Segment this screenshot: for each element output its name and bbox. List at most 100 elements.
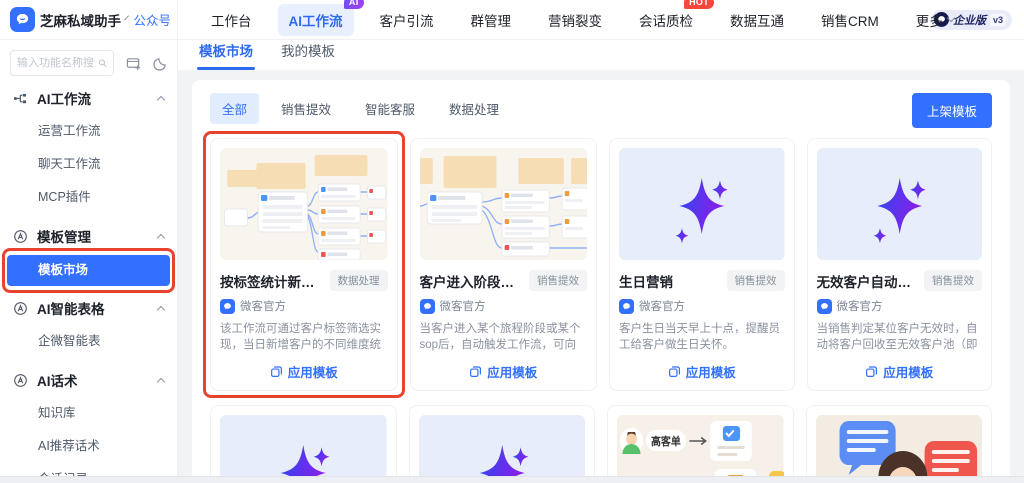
card-description: 当客户进入某个旅程阶段或某个sop后，自动触发工作流，可向客户推送群发、编辑资料… [419,323,581,351]
sidebar-section-template-mgmt[interactable]: 模板管理 [0,219,177,253]
brand[interactable]: 芝麻私域助手 公众号 [0,0,178,39]
nav-item-workbench[interactable]: 工作台 [200,4,263,36]
apply-template-button[interactable]: 应用模板 [619,362,785,381]
search-icon [98,59,107,67]
search-input[interactable] [17,57,95,69]
card-category-badge: 销售提效 [726,270,785,291]
card-title: 按标签统计新客户维度 [220,274,324,290]
tab-bar: 模板市场 我的模板 [178,40,1024,70]
card-source: 微客官方 [836,301,883,313]
template-card-partial[interactable] [805,405,992,483]
nav-item-customer-acquisition[interactable]: 客户引流 [369,4,445,36]
ai-sparkle-thumbnail [816,148,982,260]
template-card-partial[interactable] [210,405,397,483]
template-card-partial[interactable] [408,405,595,483]
sidebar-section-ai-table[interactable]: AI智能表格 [0,291,177,325]
sidebar-search[interactable] [10,50,114,76]
sidebar-section-ai-script[interactable]: AI话术 [0,363,177,397]
svg-text:高客单: 高客单 [651,435,681,449]
source-chat-icon [619,298,634,314]
sidebar-item-wecom-smart-table[interactable]: 企微智能表 [0,325,177,358]
ai-sparkle-thumbnail [220,415,387,483]
publish-template-button[interactable]: 上架模板 [911,93,992,128]
card-source: 微客官方 [639,301,685,313]
nav-item-data-connect[interactable]: 数据互通 [719,4,795,36]
filter-chips: 全部 销售提效 智能客服 数据处理 [210,93,992,124]
card-category-badge: 销售提效 [529,270,587,291]
apply-copy-icon [470,366,482,377]
filter-sales[interactable]: 销售提效 [269,93,343,124]
ai-sparkle-thumbnail [418,415,585,483]
card-title: 生日营销 [619,274,673,290]
edition-version: v3 [989,13,1006,26]
apply-copy-icon [270,366,282,377]
sidebar-item-template-market[interactable]: 模板市场 [7,255,170,286]
tab-my-templates[interactable]: 我的模板 [281,40,335,70]
filter-all[interactable]: 全部 [210,93,260,124]
card-source: 微客官方 [439,301,486,313]
sidebar-item-ai-recommend-script[interactable]: AI推荐话术 [0,430,177,463]
template-card-invalid-recycle[interactable]: 无效客户自动回收 销售提效 微客官方 当销售判定某位客户无效时，自动将客户回收至… [806,138,992,391]
source-chat-icon [220,298,235,314]
source-chat-icon [419,298,435,314]
ai-sparkle-thumbnail [619,148,785,260]
app-title: 芝麻私域助手 [40,13,121,29]
filter-data[interactable]: 数据处理 [437,93,511,124]
nav-item-group-management[interactable]: 群管理 [460,4,523,36]
apply-copy-icon [866,366,878,377]
collapse-chevron-icon [156,305,166,314]
card-description: 该工作流可通过客户标签筛选实现，当日新增客户的不同维度统计 [220,323,381,351]
card-title: 客户进入阶段触发推送 [419,274,524,290]
template-card-partial[interactable]: 高客单 企业采购 [607,405,794,483]
smart-table-icon [14,301,27,315]
tab-template-market[interactable]: 模板市场 [197,40,255,70]
collapse-chevron-icon [156,95,166,104]
card-title: 无效客户自动回收 [816,274,919,290]
filter-service[interactable]: 智能客服 [353,93,427,124]
nav-item-ai-workflow[interactable]: AI工作流 AI [277,0,364,36]
app-logo-icon [10,7,35,32]
chevron-down-icon [124,15,130,21]
hot-badge: HOT [684,0,714,9]
sidebar-item-knowledge-base[interactable]: 知识库 [0,397,177,430]
chevron-down-icon [946,13,955,23]
apply-template-button[interactable]: 应用模板 [420,362,588,381]
card-description: 当销售判定某位客户无效时，自动将客户回收至无效客户池（即可以走在职继承操作，将.… [816,323,978,351]
nav-item-more[interactable]: 更多 [905,4,965,36]
card-description: 客户生日当天早上十点，提醒员工给客户做生日关怀。 [619,323,780,351]
apply-template-button[interactable]: 应用模板 [220,362,388,381]
template-icon [14,229,27,243]
card-category-badge: 销售提效 [924,270,982,291]
sidebar-section-ai-workflow[interactable]: AI工作流 [0,81,177,115]
source-chat-icon [816,298,832,314]
apply-copy-icon [668,366,680,377]
template-market-panel: 全部 销售提效 智能客服 数据处理 上架模板 按标签统计新客 数据处理 微客官方… [192,80,1010,483]
template-card-stage-push[interactable]: 客户进入阶段触发推送 销售提效 微客官方 当客户进入某个旅程阶段或某个sop后，… [409,138,597,391]
ai-badge: AI [343,0,364,9]
procurement-flow-thumbnail: 高客单 企业采购 [617,415,784,483]
apply-template-button[interactable]: 应用模板 [817,362,983,381]
nav-menu: 工作台 AI工作流 AI 客户引流 群管理 营销裂变 会话质检 HOT 数据互通… [178,0,955,36]
new-panel-icon[interactable] [126,54,141,72]
workflow-icon [13,93,27,103]
sidebar-item-chat-workflow[interactable]: 聊天工作流 [0,148,177,181]
window-bottom-edge [0,476,1024,483]
nav-item-chat-inspection[interactable]: 会话质检 HOT [628,0,714,36]
top-nav: 芝麻私域助手 公众号 工作台 AI工作流 AI 客户引流 群管理 营销裂变 会话… [0,0,1024,40]
sidebar-item-ops-workflow[interactable]: 运营工作流 [0,115,177,148]
nav-item-sales-crm[interactable]: 销售CRM [810,4,890,36]
ai-script-icon [14,373,27,387]
workflow-diagram-thumbnail [220,148,388,260]
sidebar: AI工作流 运营工作流 聊天工作流 MCP插件 模板管理 模板市场 AI智能表格… [0,40,178,483]
collapse-chevron-icon [156,233,166,242]
collapse-chevron-icon [156,377,166,386]
workflow-diagram-thumbnail [419,148,587,260]
nav-item-marketing-fission[interactable]: 营销裂变 [537,4,613,36]
sidebar-item-mcp-plugin[interactable]: MCP插件 [0,181,177,214]
official-account-link[interactable]: 公众号 [133,10,171,29]
template-card-birthday[interactable]: 生日营销 销售提效 微客官方 客户生日当天早上十点，提醒员工给客户做生日关怀。 … [609,138,795,391]
template-card-tag-stats[interactable]: 按标签统计新客户维度 数据处理 微客官方 该工作流可通过客户标签筛选实现，当日新… [203,131,405,398]
card-category-badge: 数据处理 [329,270,388,291]
dark-mode-moon-icon[interactable] [153,54,168,72]
card-source: 微客官方 [240,301,286,313]
